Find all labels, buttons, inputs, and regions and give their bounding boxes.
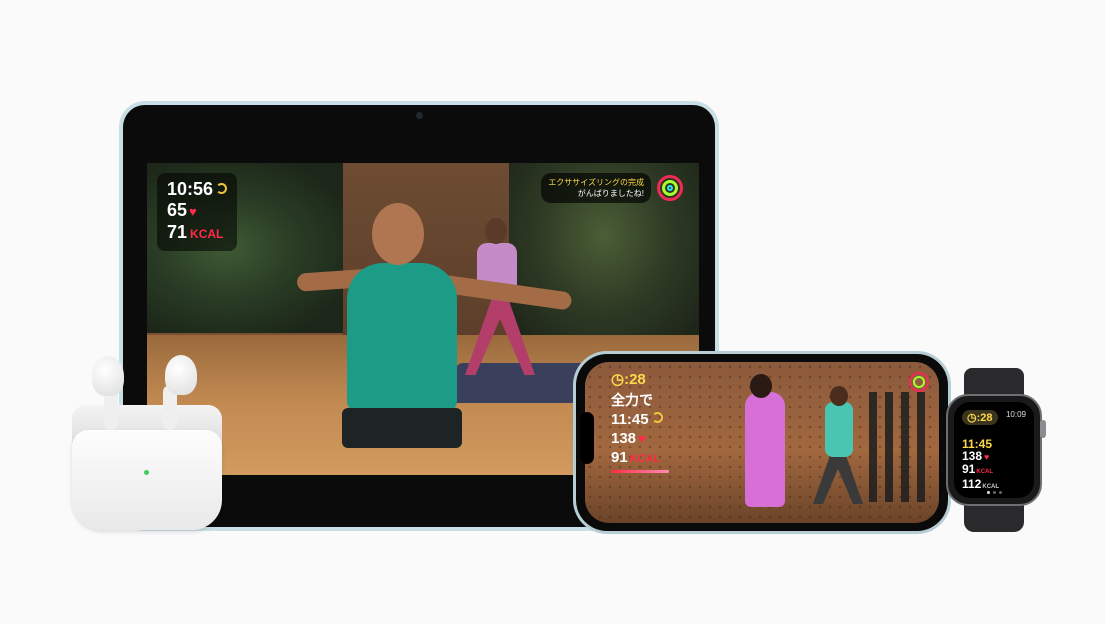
heart-rate: 65	[167, 200, 188, 220]
trainer-man	[825, 402, 853, 457]
heart-icon: ♥	[189, 204, 197, 219]
watch-metrics: 11:45 138 ♥ 91KCAL 112KCAL	[962, 438, 1026, 493]
airpods-case	[72, 430, 222, 530]
calories-value: 71	[167, 222, 188, 242]
digital-crown	[1040, 420, 1046, 438]
trainer-woman-head	[750, 374, 772, 398]
status-light	[144, 470, 149, 475]
active-calories: 91	[962, 462, 976, 476]
elapsed-time: 11:45	[611, 411, 649, 428]
trainer-woman	[745, 392, 785, 507]
camera-icon	[416, 112, 423, 119]
ring-message-line2: がんばりましたね!	[577, 189, 644, 198]
iphone-metrics-overlay: ◷:28 全力で 11:45 138 ♥ 91 KCAL	[611, 370, 663, 469]
airpod-right	[165, 355, 197, 395]
trainer-a-head	[372, 203, 424, 265]
timer-ring-icon	[651, 412, 663, 423]
burn-bar	[611, 470, 669, 473]
heart-icon: ♥	[984, 452, 990, 462]
timer-icon	[216, 183, 228, 194]
trainer-b-head	[485, 218, 507, 244]
total-calories-unit: KCAL	[982, 484, 1000, 490]
dynamic-island	[580, 412, 594, 464]
trainer-man-head	[830, 386, 848, 406]
iphone-bezel: ◷:28 全力で 11:45 138 ♥ 91 KCAL	[576, 354, 948, 531]
activity-rings-icon	[657, 175, 683, 201]
activity-rings-icon	[909, 372, 929, 392]
timer-icon: ◷	[967, 412, 977, 424]
watch-workout-screen: ◷:28 10:09 11:45 138 ♥ 91KCAL 112KCAL	[954, 402, 1034, 498]
heart-rate: 138	[611, 430, 637, 447]
page-indicator	[986, 491, 1002, 494]
ipad-metrics-overlay: 10:56 65 ♥ 71 KCAL	[157, 173, 238, 251]
apple-watch: ◷:28 10:09 11:45 138 ♥ 91KCAL 112KCAL	[946, 394, 1042, 506]
interval-timer: :28	[624, 371, 646, 388]
calories-value: 91	[611, 449, 628, 466]
product-scene: 10:56 65 ♥ 71 KCAL エクササイズリングの完成 がんばりましたね!	[0, 0, 1105, 624]
heart-rate: 138	[962, 449, 983, 463]
trainer-a-shorts	[342, 408, 462, 448]
intensity-label: 全力で	[611, 392, 653, 408]
ring-message: エクササイズリングの完成 がんばりましたね!	[541, 173, 651, 203]
heart-icon: ♥	[638, 431, 646, 446]
iphone-device: ◷:28 全力で 11:45 138 ♥ 91 KCAL	[573, 351, 951, 534]
calories-unit: KCAL	[629, 453, 661, 465]
rowing-machines	[869, 392, 929, 502]
watch-clock: 10:09	[1005, 410, 1026, 419]
timer-icon: ◷	[611, 371, 625, 388]
iphone-workout-video: ◷:28 全力で 11:45 138 ♥ 91 KCAL	[585, 362, 939, 523]
interval-timer: :28	[976, 412, 993, 424]
airpod-left	[92, 356, 124, 396]
total-calories: 112	[962, 477, 982, 491]
ring-close-banner: エクササイズリングの完成 がんばりましたね!	[541, 173, 683, 203]
elapsed-time: 10:56	[167, 179, 214, 199]
active-calories-unit: KCAL	[976, 469, 994, 475]
trainer-a	[347, 263, 457, 413]
calories-unit: KCAL	[190, 227, 224, 241]
ring-message-line1: エクササイズリングの完成	[548, 178, 644, 187]
